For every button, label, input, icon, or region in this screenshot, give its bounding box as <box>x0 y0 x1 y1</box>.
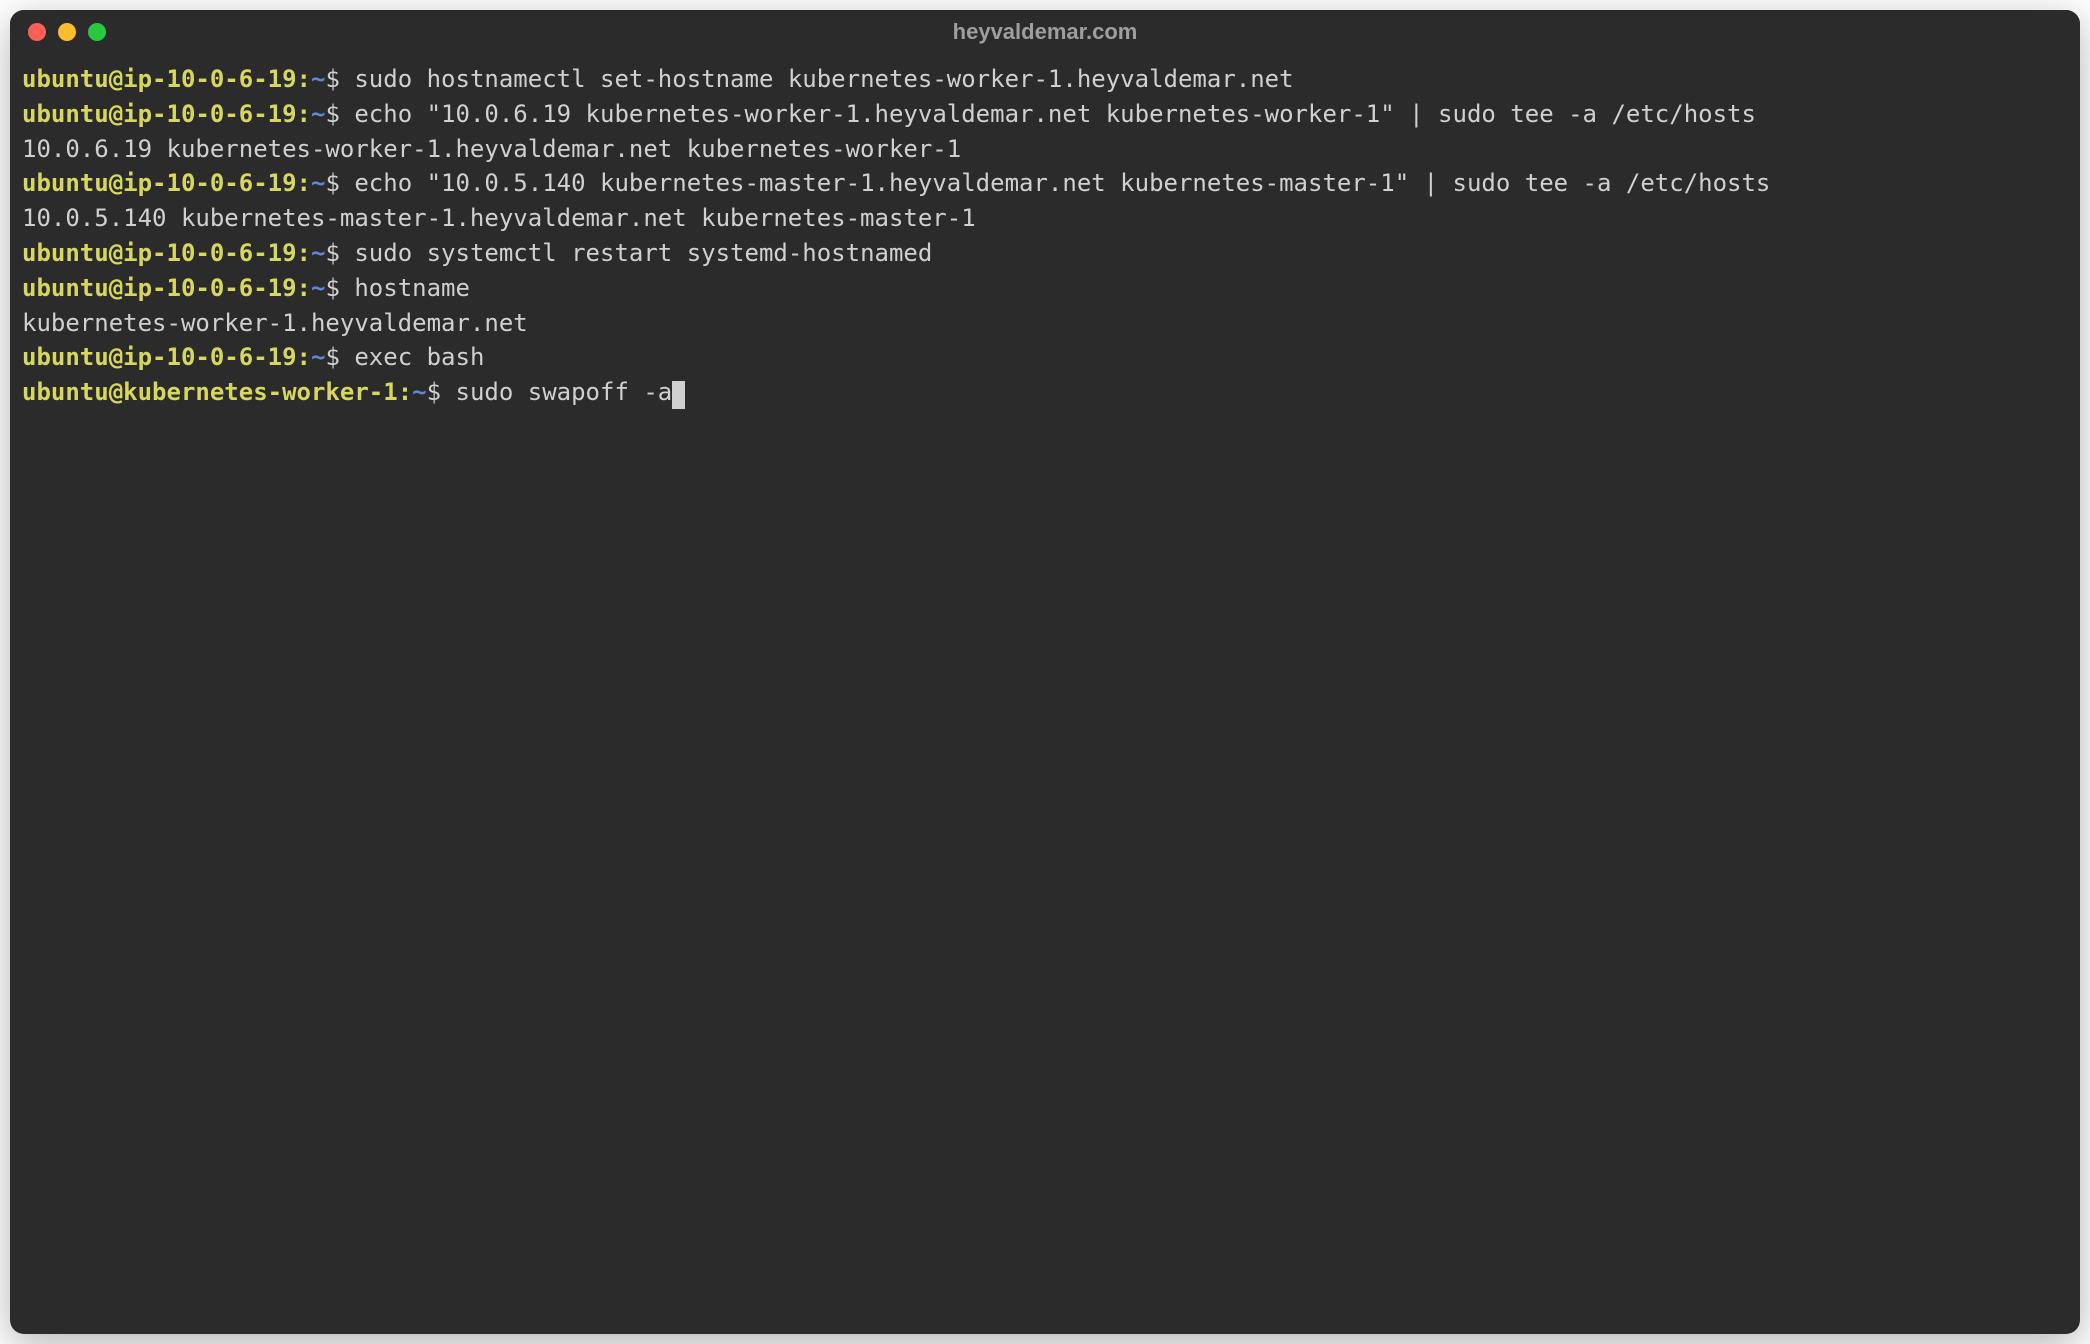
output-text: 10.0.6.19 kubernetes-worker-1.heyvaldema… <box>22 135 961 163</box>
terminal-prompt-line: ubuntu@ip-10-0-6-19:~$ exec bash <box>22 340 2068 375</box>
prompt-path: ~ <box>311 100 325 128</box>
prompt-command: sudo swapoff -a <box>456 378 673 406</box>
terminal-prompt-line: ubuntu@ip-10-0-6-19:~$ echo "10.0.5.140 … <box>22 166 2068 201</box>
minimize-icon[interactable] <box>58 23 76 41</box>
prompt-dollar: $ <box>325 65 354 93</box>
terminal-prompt-line: ubuntu@ip-10-0-6-19:~$ echo "10.0.6.19 k… <box>22 97 2068 132</box>
prompt-user-host: ubuntu@ip-10-0-6-19 <box>22 343 297 371</box>
output-text: kubernetes-worker-1.heyvaldemar.net <box>22 309 528 337</box>
prompt-colon: : <box>398 378 412 406</box>
prompt-path: ~ <box>412 378 426 406</box>
prompt-colon: : <box>297 169 311 197</box>
prompt-command: echo "10.0.5.140 kubernetes-master-1.hey… <box>354 169 1770 197</box>
terminal-body[interactable]: ubuntu@ip-10-0-6-19:~$ sudo hostnamectl … <box>10 54 2080 1334</box>
terminal-window: heyvaldemar.com ubuntu@ip-10-0-6-19:~$ s… <box>10 10 2080 1334</box>
terminal-output-line: kubernetes-worker-1.heyvaldemar.net <box>22 306 2068 341</box>
prompt-path: ~ <box>311 169 325 197</box>
prompt-path: ~ <box>311 343 325 371</box>
window-title: heyvaldemar.com <box>953 19 1138 45</box>
prompt-dollar: $ <box>325 169 354 197</box>
prompt-colon: : <box>297 343 311 371</box>
prompt-command: sudo systemctl restart systemd-hostnamed <box>354 239 932 267</box>
close-icon[interactable] <box>28 23 46 41</box>
prompt-dollar: $ <box>427 378 456 406</box>
output-text: 10.0.5.140 kubernetes-master-1.heyvaldem… <box>22 204 976 232</box>
prompt-dollar: $ <box>325 100 354 128</box>
prompt-dollar: $ <box>325 239 354 267</box>
prompt-dollar: $ <box>325 274 354 302</box>
terminal-output-line: 10.0.5.140 kubernetes-master-1.heyvaldem… <box>22 201 2068 236</box>
terminal-prompt-line: ubuntu@ip-10-0-6-19:~$ sudo hostnamectl … <box>22 62 2068 97</box>
prompt-user-host: ubuntu@ip-10-0-6-19 <box>22 100 297 128</box>
terminal-prompt-line: ubuntu@ip-10-0-6-19:~$ hostname <box>22 271 2068 306</box>
prompt-user-host: ubuntu@ip-10-0-6-19 <box>22 239 297 267</box>
prompt-colon: : <box>297 65 311 93</box>
prompt-user-host: ubuntu@kubernetes-worker-1 <box>22 378 398 406</box>
prompt-user-host: ubuntu@ip-10-0-6-19 <box>22 274 297 302</box>
prompt-path: ~ <box>311 239 325 267</box>
terminal-prompt-line: ubuntu@ip-10-0-6-19:~$ sudo systemctl re… <box>22 236 2068 271</box>
prompt-colon: : <box>297 100 311 128</box>
titlebar: heyvaldemar.com <box>10 10 2080 54</box>
maximize-icon[interactable] <box>88 23 106 41</box>
prompt-path: ~ <box>311 274 325 302</box>
prompt-colon: : <box>297 239 311 267</box>
prompt-command: echo "10.0.6.19 kubernetes-worker-1.heyv… <box>354 100 1756 128</box>
cursor-icon <box>672 381 685 409</box>
prompt-dollar: $ <box>325 343 354 371</box>
prompt-command: sudo hostnamectl set-hostname kubernetes… <box>354 65 1293 93</box>
traffic-lights <box>28 23 106 41</box>
prompt-command: hostname <box>354 274 470 302</box>
prompt-path: ~ <box>311 65 325 93</box>
prompt-user-host: ubuntu@ip-10-0-6-19 <box>22 65 297 93</box>
terminal-prompt-line: ubuntu@kubernetes-worker-1:~$ sudo swapo… <box>22 375 2068 410</box>
prompt-colon: : <box>297 274 311 302</box>
prompt-command: exec bash <box>354 343 484 371</box>
terminal-output-line: 10.0.6.19 kubernetes-worker-1.heyvaldema… <box>22 132 2068 167</box>
prompt-user-host: ubuntu@ip-10-0-6-19 <box>22 169 297 197</box>
